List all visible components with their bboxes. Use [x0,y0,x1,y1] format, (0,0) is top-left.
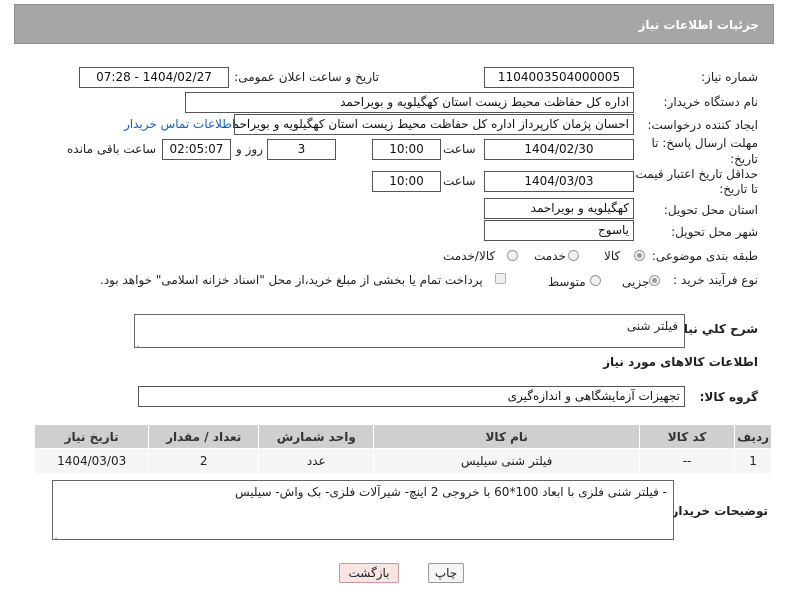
reply-deadline-label: مهلت ارسال پاسخ: تا [651,136,758,150]
treasury-checkbox[interactable] [495,273,506,284]
resize-grip-icon[interactable] [137,338,145,346]
cell-date: 1404/03/03 [33,448,150,474]
delivery-city-label: شهر محل تحویل: [671,225,758,239]
col-row-header: ردیف [734,424,772,449]
need-number-field: 1104003504000005 [484,67,634,88]
general-desc-field[interactable]: فیلتر شنی [134,314,685,348]
purchase-partial-label: جزیی [622,275,650,289]
delivery-province-label: استان محل تحویل: [663,203,758,217]
price-deadline-label: حداقل تاریخ اعتبار قیمت: [631,167,758,181]
reply-days-field: 3 [267,139,336,160]
purchase-medium-radio[interactable] [590,275,601,286]
purchase-medium-label: متوسط [548,275,586,289]
col-date-header: تاریخ نیاز [33,424,150,449]
reply-time-label: ساعت [443,142,476,156]
category-service-label: خدمت [534,249,566,263]
buyer-contact-link[interactable]: اطلاعات تماس خریدار [124,117,235,131]
remaining-label: ساعت باقی مانده [67,142,157,156]
back-button[interactable]: بازگشت [339,563,399,583]
goods-group-label: گروه کالا: [699,390,758,404]
delivery-province-field: کهگیلویه و بویراحمد [484,198,634,219]
general-desc-text: فیلتر شنی [626,319,678,333]
category-service-radio[interactable] [568,250,579,261]
col-unit-header: واحد شمارش [258,424,375,449]
purchase-partial-radio[interactable] [649,275,660,286]
table-row: 1 -- فیلتر شنی سیلیس عدد 2 1404/03/03 [33,448,772,474]
reply-time-field: 10:00 [372,139,441,160]
announce-datetime-field: 1404/02/27 - 07:28 [79,67,229,88]
price-time-label: ساعت [443,174,476,188]
day-and-label: روز و [236,142,263,156]
price-date-field: 1404/03/03 [484,171,634,192]
header-bar: جزئیات اطلاعات نیاز [14,4,774,44]
print-button[interactable]: چاپ [428,563,464,583]
goods-group-field: تجهیزات آزمایشگاهی و اندازه‌گیری [138,386,685,407]
table-header-row: ردیف کد کالا نام کالا واحد شمارش تعداد /… [33,424,772,449]
announce-datetime-label: تاریخ و ساعت اعلان عمومی: [234,70,379,84]
requester-label: ایجاد کننده درخواست: [647,118,758,132]
buyer-notes-label: توضیحات خریدار: [666,504,768,518]
category-goods-service-radio[interactable] [507,250,518,261]
cell-unit: عدد [258,448,375,474]
goods-table: ردیف کد کالا نام کالا واحد شمارش تعداد /… [33,424,772,474]
buyer-org-field: اداره کل حفاظت محیط زیست استان کهگیلویه … [185,92,634,113]
col-qty-header: تعداد / مقدار [148,424,260,449]
goods-info-heading: اطلاعات کالاهای مورد نیاز [603,355,758,369]
buyer-org-label: نام دستگاه خریدار: [663,95,759,109]
cell-code: -- [638,448,736,474]
cell-row: 1 [734,448,772,474]
category-goods-radio[interactable] [634,250,645,261]
col-code-header: کد کالا [638,424,736,449]
price-time-field: 10:00 [372,171,441,192]
category-goods-service-label: کالا/خدمت [443,249,496,263]
purchase-type-label: نوع فرآیند خرید : [673,273,758,287]
cell-qty: 2 [148,448,260,474]
delivery-city-field: یاسوج [484,220,634,241]
resize-grip-icon[interactable] [55,530,63,538]
category-goods-label: کالا [604,249,621,263]
cell-name: فیلتر شنی سیلیس [373,448,640,474]
need-number-label: شماره نیاز: [701,70,758,84]
reply-date-field: 1404/02/30 [484,139,634,160]
buyer-notes-text: - فیلتر شنی فلزی با ابعاد 100*60 با خروج… [234,485,667,499]
reply-remaining-field: 02:05:07 [162,139,231,160]
treasury-note: پرداخت تمام یا بخشی از مبلغ خرید،از محل … [100,273,483,287]
category-label: طبقه بندی موضوعی: [651,249,758,263]
buyer-notes-field[interactable]: - فیلتر شنی فلزی با ابعاد 100*60 با خروج… [52,480,674,540]
reply-deadline-label-2: تاریخ: [730,152,758,166]
col-name-header: نام کالا [373,424,640,449]
price-deadline-label-2: تا تاریخ: [719,182,758,196]
page-title: جزئیات اطلاعات نیاز [638,18,759,32]
requester-field: احسان پژمان کارپرداز اداره کل حفاظت محیط… [234,114,634,135]
